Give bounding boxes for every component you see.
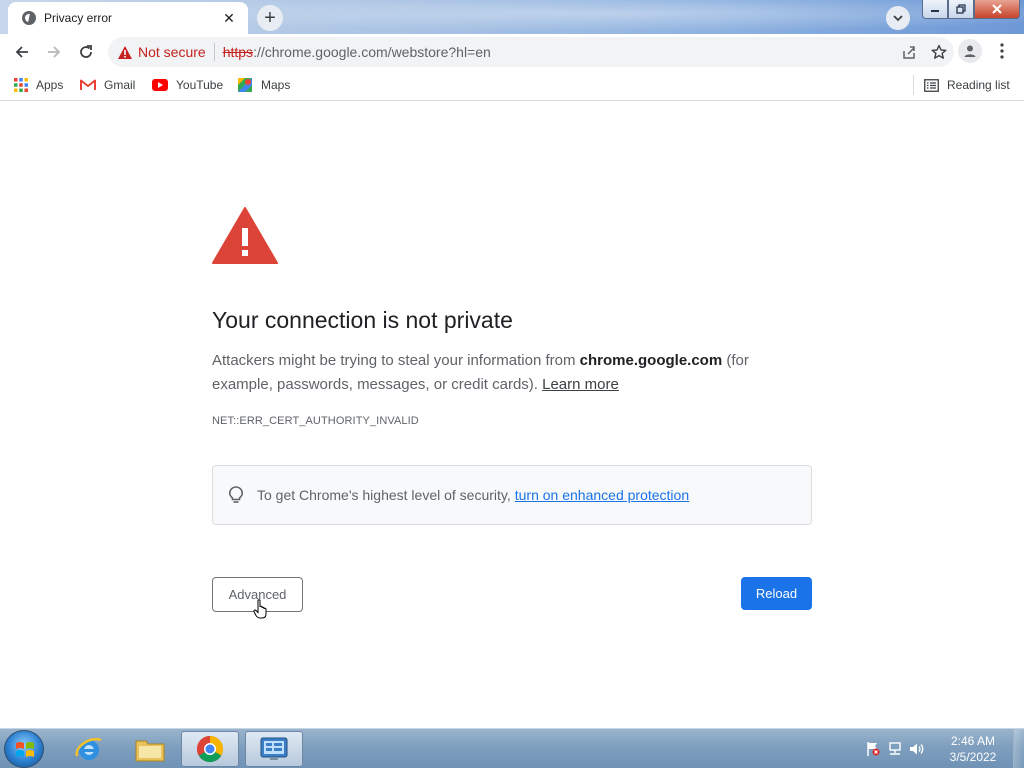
clock-time: 2:46 AM: [950, 734, 996, 748]
forward-button[interactable]: [40, 38, 68, 66]
system-tray: [862, 729, 928, 768]
promo-text: To get Chrome's highest level of securit…: [257, 487, 511, 503]
action-center-flag-icon[interactable]: [862, 738, 884, 760]
taskbar-internet-explorer[interactable]: [60, 731, 118, 767]
bookmark-youtube[interactable]: YouTube: [152, 76, 223, 94]
gmail-icon: [80, 79, 96, 91]
control-panel-icon: [260, 737, 288, 760]
url-text[interactable]: https://chrome.google.com/webstore?hl=en: [223, 44, 491, 60]
bookmark-star-button[interactable]: [924, 37, 954, 67]
interstitial-page: Your connection is not private Attackers…: [0, 102, 1024, 728]
maps-icon: [237, 77, 253, 93]
lightbulb-icon: [229, 486, 243, 504]
url-rest: ://chrome.google.com/webstore?hl=en: [253, 44, 491, 60]
star-icon: [931, 44, 947, 59]
bookmark-label: Gmail: [104, 78, 136, 92]
share-button[interactable]: [894, 37, 924, 67]
arrow-left-icon: [15, 46, 28, 58]
omnibox-separator: [213, 43, 215, 61]
omnibox-actions: [894, 37, 954, 67]
page-title: Your connection is not private: [212, 307, 513, 333]
bookmark-apps[interactable]: Apps: [14, 76, 63, 94]
windows-logo-icon: [16, 742, 34, 757]
bookmark-gmail[interactable]: Gmail: [80, 76, 135, 94]
tab-close-icon[interactable]: ✕: [220, 10, 238, 27]
enhanced-protection-promo: To get Chrome's highest level of securit…: [212, 465, 812, 525]
minimize-icon: [931, 10, 939, 12]
bookmarks-divider: [913, 75, 914, 95]
bookmark-maps[interactable]: Maps: [237, 76, 290, 94]
explain-prefix: Attackers might be trying to steal your …: [212, 352, 580, 369]
share-icon: [903, 46, 915, 59]
explain-domain: chrome.google.com: [579, 352, 723, 369]
restore-button[interactable]: [948, 0, 974, 19]
clock-date: 3/5/2022: [949, 750, 997, 764]
security-indicator[interactable]: Not secure: [118, 44, 206, 60]
bookmark-label: Apps: [36, 78, 64, 92]
url-scheme: https: [222, 44, 254, 60]
close-icon: [992, 4, 1002, 14]
new-tab-button[interactable]: +: [257, 5, 283, 31]
address-bar[interactable]: Not secure https://chrome.google.com/web…: [108, 37, 954, 67]
volume-icon[interactable]: [906, 738, 928, 760]
youtube-icon: [152, 79, 168, 91]
learn-more-link[interactable]: Learn more: [542, 376, 619, 393]
reload-page-button[interactable]: [72, 38, 100, 66]
bookmarks-bar: Apps Gmail YouTube Maps Reading list: [0, 70, 1024, 101]
reading-list-icon: [924, 78, 939, 92]
minimize-button[interactable]: [922, 0, 948, 19]
restore-icon: [956, 4, 966, 14]
chrome-icon: [196, 735, 224, 763]
more-vert-icon: [1000, 43, 1004, 59]
globe-icon: [22, 11, 36, 25]
reading-list-button[interactable]: Reading list: [924, 76, 1010, 94]
show-desktop-button[interactable]: [1013, 729, 1024, 768]
explanation-text: Attackers might be trying to steal your …: [212, 349, 792, 397]
chrome-menu-button[interactable]: [990, 39, 1014, 63]
back-button[interactable]: [8, 38, 36, 66]
start-button[interactable]: [4, 730, 44, 768]
profile-button[interactable]: [958, 39, 982, 63]
network-icon[interactable]: [884, 738, 906, 760]
window-controls: [922, 0, 1020, 20]
system-clock[interactable]: 2:46 AM 3/5/2022: [940, 733, 1006, 765]
bookmark-label: Maps: [261, 78, 291, 92]
bookmark-label: YouTube: [176, 78, 224, 92]
hand-cursor-icon: [253, 599, 269, 624]
internet-explorer-icon: [75, 737, 102, 760]
reading-list-label: Reading list: [947, 78, 1010, 92]
apps-grid-icon: [14, 78, 28, 92]
chevron-down-icon: [893, 15, 903, 22]
tab-privacy-error[interactable]: Privacy error ✕: [8, 2, 248, 34]
tab-title: Privacy error: [44, 11, 113, 25]
browser-toolbar: Not secure https://chrome.google.com/web…: [0, 34, 1024, 70]
folder-icon: [135, 740, 165, 762]
windows-taskbar: 2:46 AM 3/5/2022: [0, 728, 1024, 768]
taskbar-control-panel[interactable]: [245, 731, 303, 767]
tab-search-button[interactable]: [886, 6, 910, 30]
close-window-button[interactable]: [974, 0, 1020, 19]
warning-icon: [212, 206, 278, 269]
profile-icon: [964, 45, 976, 57]
taskbar-file-explorer[interactable]: [121, 731, 179, 767]
warning-triangle-icon: [118, 45, 132, 59]
error-code[interactable]: NET::ERR_CERT_AUTHORITY_INVALID: [212, 415, 419, 427]
reload-button[interactable]: Reload: [741, 577, 812, 610]
reload-icon: [80, 45, 92, 58]
arrow-right-icon: [48, 46, 61, 58]
not-secure-label: Not secure: [138, 44, 206, 60]
taskbar-chrome[interactable]: [181, 731, 239, 767]
enhanced-protection-link[interactable]: turn on enhanced protection: [515, 487, 689, 503]
